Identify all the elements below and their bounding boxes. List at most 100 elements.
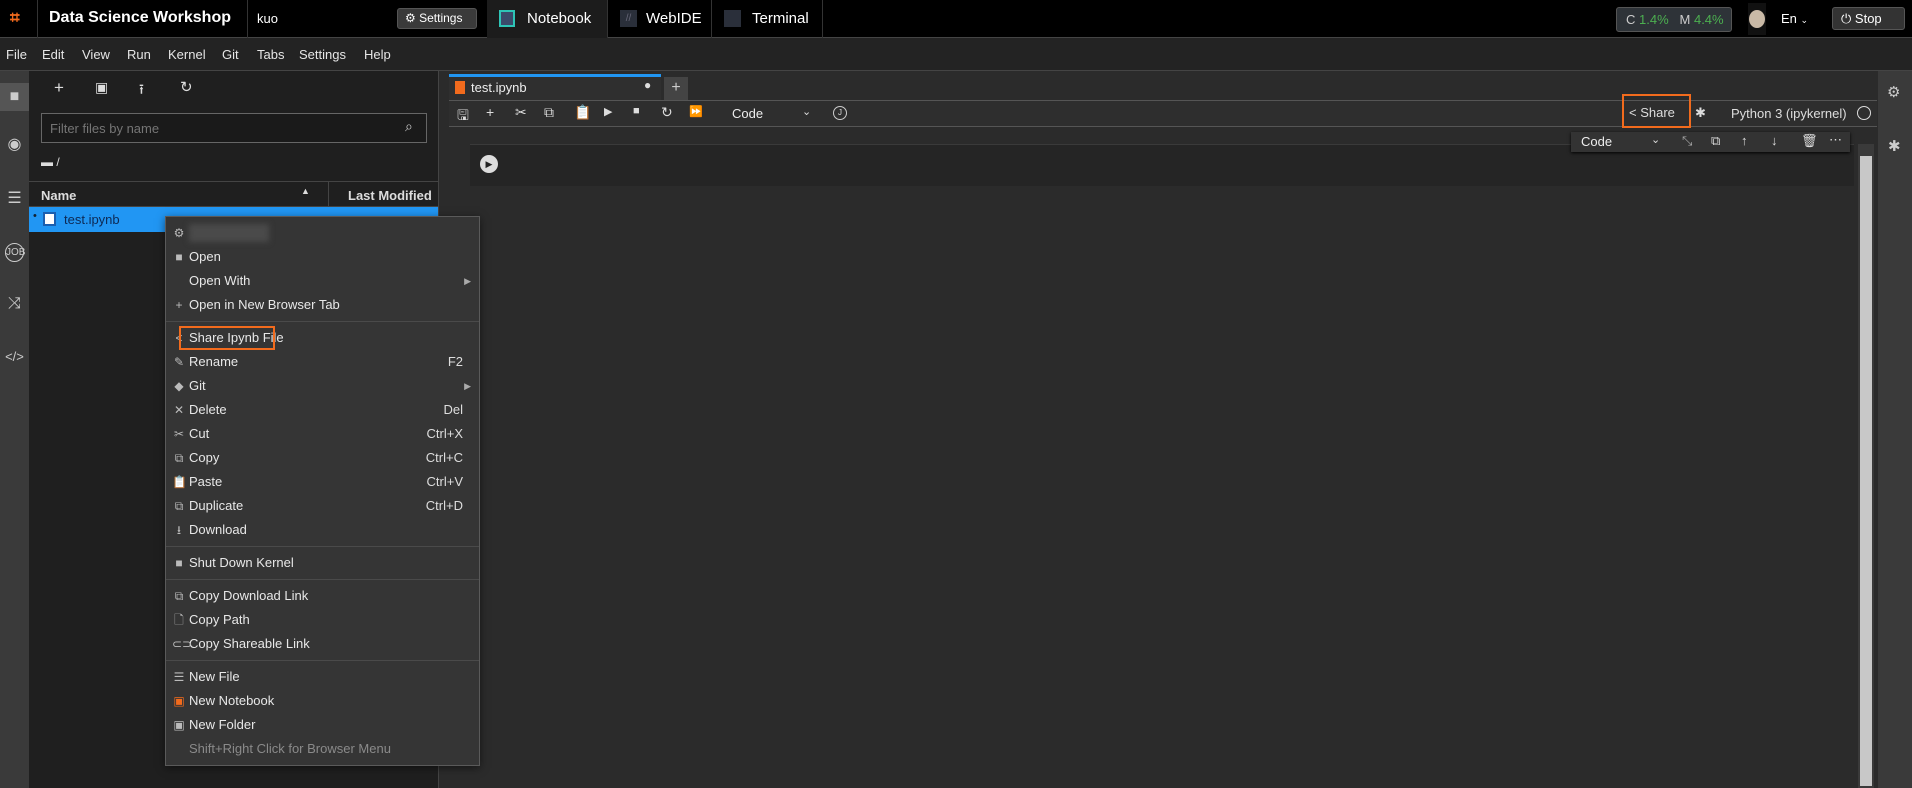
menu-item-git[interactable]: ◆ Git ▶ xyxy=(166,374,479,398)
restart-icon[interactable]: ↻ xyxy=(661,104,673,121)
move-up-icon[interactable]: ↑ xyxy=(1741,133,1748,148)
menu-settings[interactable]: Settings xyxy=(299,47,346,62)
move-down-icon[interactable]: ↓ xyxy=(1771,133,1778,148)
menu-item-cut[interactable]: ✂ Cut Ctrl+X xyxy=(166,422,479,446)
resource-usage: C 1.4% M 4.4% xyxy=(1616,7,1732,32)
menu-kernel[interactable]: Kernel xyxy=(168,47,206,62)
new-tab-button[interactable]: + xyxy=(664,77,688,100)
share-highlight xyxy=(179,326,275,350)
tab-webide[interactable]: // WebIDE xyxy=(608,0,711,38)
terminal-icon xyxy=(724,10,741,27)
toc-icon[interactable]: ☰ xyxy=(4,188,25,208)
new-launcher-button[interactable]: + xyxy=(54,78,64,98)
notebook-icon xyxy=(43,212,56,226)
chevron-down-icon[interactable]: ⌄ xyxy=(1651,133,1660,146)
save-icon[interactable]: 🖫 xyxy=(457,105,469,129)
shortcut: Ctrl+D xyxy=(425,498,463,513)
run-cell-icon[interactable]: ▶ xyxy=(480,155,498,173)
language-select[interactable]: En ⌄ xyxy=(1781,11,1808,26)
code-icon: // xyxy=(620,10,637,27)
job-icon[interactable]: J xyxy=(833,106,847,120)
menu-item-label: Copy Download Link xyxy=(189,588,309,603)
collapse-icon[interactable]: ⤡ xyxy=(1682,133,1692,149)
menu-item-new-notebook[interactable]: ▣ New Notebook xyxy=(166,689,479,713)
run-icon[interactable]: ▶ xyxy=(604,105,612,118)
menu-item-open-with[interactable]: Open With ▶ xyxy=(166,269,479,293)
menu-run[interactable]: Run xyxy=(127,47,151,62)
unsaved-dot-icon[interactable]: ● xyxy=(644,78,651,92)
menu-git[interactable]: Git xyxy=(222,47,239,62)
menu-item-new-folder[interactable]: ▣ New Folder xyxy=(166,713,479,737)
menu-edit[interactable]: Edit xyxy=(42,47,64,62)
menu-item-share-ipynb-file[interactable]: < Share Ipynb File xyxy=(166,326,479,350)
job-icon[interactable]: JOB xyxy=(5,243,25,262)
menu-help[interactable]: Help xyxy=(364,47,391,62)
column-last-modified[interactable]: Last Modified xyxy=(348,188,432,203)
paste-icon[interactable]: 📋 xyxy=(574,104,591,121)
copy-icon: ⧉ xyxy=(174,589,184,603)
menu-item-copy-path[interactable]: 🗋 Copy Path xyxy=(166,608,479,632)
menu-item-duplicate[interactable]: ⧉ Duplicate Ctrl+D xyxy=(166,494,479,518)
new-folder-icon[interactable]: ▣ xyxy=(95,79,108,96)
delete-icon[interactable]: 🗑 xyxy=(1801,133,1818,149)
copy-icon[interactable]: ⧉ xyxy=(544,104,554,121)
menu-item-copy-shareable-link[interactable]: ⊂⊃ Copy Shareable Link xyxy=(166,632,479,656)
running-icon[interactable]: ◉ xyxy=(4,134,25,154)
insert-cell-icon[interactable]: + xyxy=(486,104,494,120)
cut-icon[interactable]: ✂ xyxy=(515,104,527,121)
chevron-right-icon: ▶ xyxy=(464,381,471,391)
debugger-icon[interactable]: ✱ xyxy=(1695,105,1706,121)
cell-type-select[interactable]: Code xyxy=(732,106,763,121)
menu-item-shut-down-kernel[interactable]: ■ Shut Down Kernel xyxy=(166,551,479,575)
menu-item-open-in-new-browser-tab[interactable]: + Open in New Browser Tab xyxy=(166,293,479,317)
more-icon[interactable]: ⋯ xyxy=(1829,132,1842,148)
top-bar: ⌗ Data Science Workshop kuo ⚙ Settings N… xyxy=(0,0,1912,38)
menu-item-rename[interactable]: ✎ Rename F2 xyxy=(166,350,479,374)
refresh-icon[interactable]: ↻ xyxy=(180,78,193,96)
menu-item-open[interactable]: ■ Open xyxy=(166,245,479,269)
scrollbar[interactable] xyxy=(1858,144,1874,788)
menu-item-copy-download-link[interactable]: ⧉ Copy Download Link xyxy=(166,584,479,608)
code-icon[interactable]: </> xyxy=(4,349,25,364)
breadcrumb[interactable]: ▬ / xyxy=(41,155,60,169)
debugger-icon[interactable]: ✱ xyxy=(1888,137,1901,155)
avatar[interactable] xyxy=(1748,3,1766,35)
shuffle-icon[interactable]: ⤨ xyxy=(4,295,25,313)
fast-forward-icon[interactable]: ⏩ xyxy=(689,105,703,118)
stop-button[interactable]: ⏻ Stop xyxy=(1832,7,1905,30)
menu-item-new-file[interactable]: ☰ New File xyxy=(166,665,479,689)
tab-test-ipynb[interactable]: test.ipynb ● xyxy=(449,74,661,100)
filter-input[interactable] xyxy=(41,113,427,143)
menu-item-paste[interactable]: 📋 Paste Ctrl+V xyxy=(166,470,479,494)
sort-asc-icon: ▲ xyxy=(301,186,310,196)
chevron-down-icon[interactable]: ⌄ xyxy=(802,105,811,118)
left-sidebar: ■ ◉ ☰ JOB ⤨ </> xyxy=(0,71,29,788)
property-inspector-icon[interactable]: ⚙ xyxy=(1887,83,1900,101)
plus-icon: + xyxy=(175,298,183,312)
menu-file[interactable]: File xyxy=(6,47,27,62)
duplicate-icon[interactable]: ⧉ xyxy=(1711,133,1720,149)
folder-icon: ■ xyxy=(175,250,183,264)
menu-view[interactable]: View xyxy=(82,47,110,62)
menu-item-download[interactable]: ⭳ Download xyxy=(166,518,479,542)
settings-button[interactable]: ⚙ Settings xyxy=(397,8,477,29)
menu-item-blurred[interactable]: ⚙ xyxy=(166,221,479,245)
folder-icon: ▬ xyxy=(41,155,53,169)
menu-item-label: Rename xyxy=(189,354,239,369)
menu-separator xyxy=(166,321,479,322)
search-icon: ⌕ xyxy=(405,118,413,134)
menu-tabs[interactable]: Tabs xyxy=(257,47,284,62)
shortcut: Del xyxy=(443,402,463,417)
cell-type-select[interactable]: Code xyxy=(1581,134,1612,149)
stop-icon[interactable]: ■ xyxy=(633,105,640,117)
upload-icon[interactable]: ⭱ xyxy=(139,79,144,103)
folder-icon[interactable]: ■ xyxy=(0,83,29,111)
menu-item-copy[interactable]: ⧉ Copy Ctrl+C xyxy=(166,446,479,470)
blurred-label xyxy=(189,224,269,242)
kernel-name[interactable]: Python 3 (ipykernel) xyxy=(1731,106,1847,121)
tab-notebook[interactable]: Notebook xyxy=(487,0,607,38)
menu-item-delete[interactable]: ✕ Delete Del xyxy=(166,398,479,422)
tab-terminal[interactable]: Terminal xyxy=(712,0,822,38)
column-name[interactable]: Name xyxy=(41,188,76,203)
share-highlight xyxy=(1622,94,1691,128)
